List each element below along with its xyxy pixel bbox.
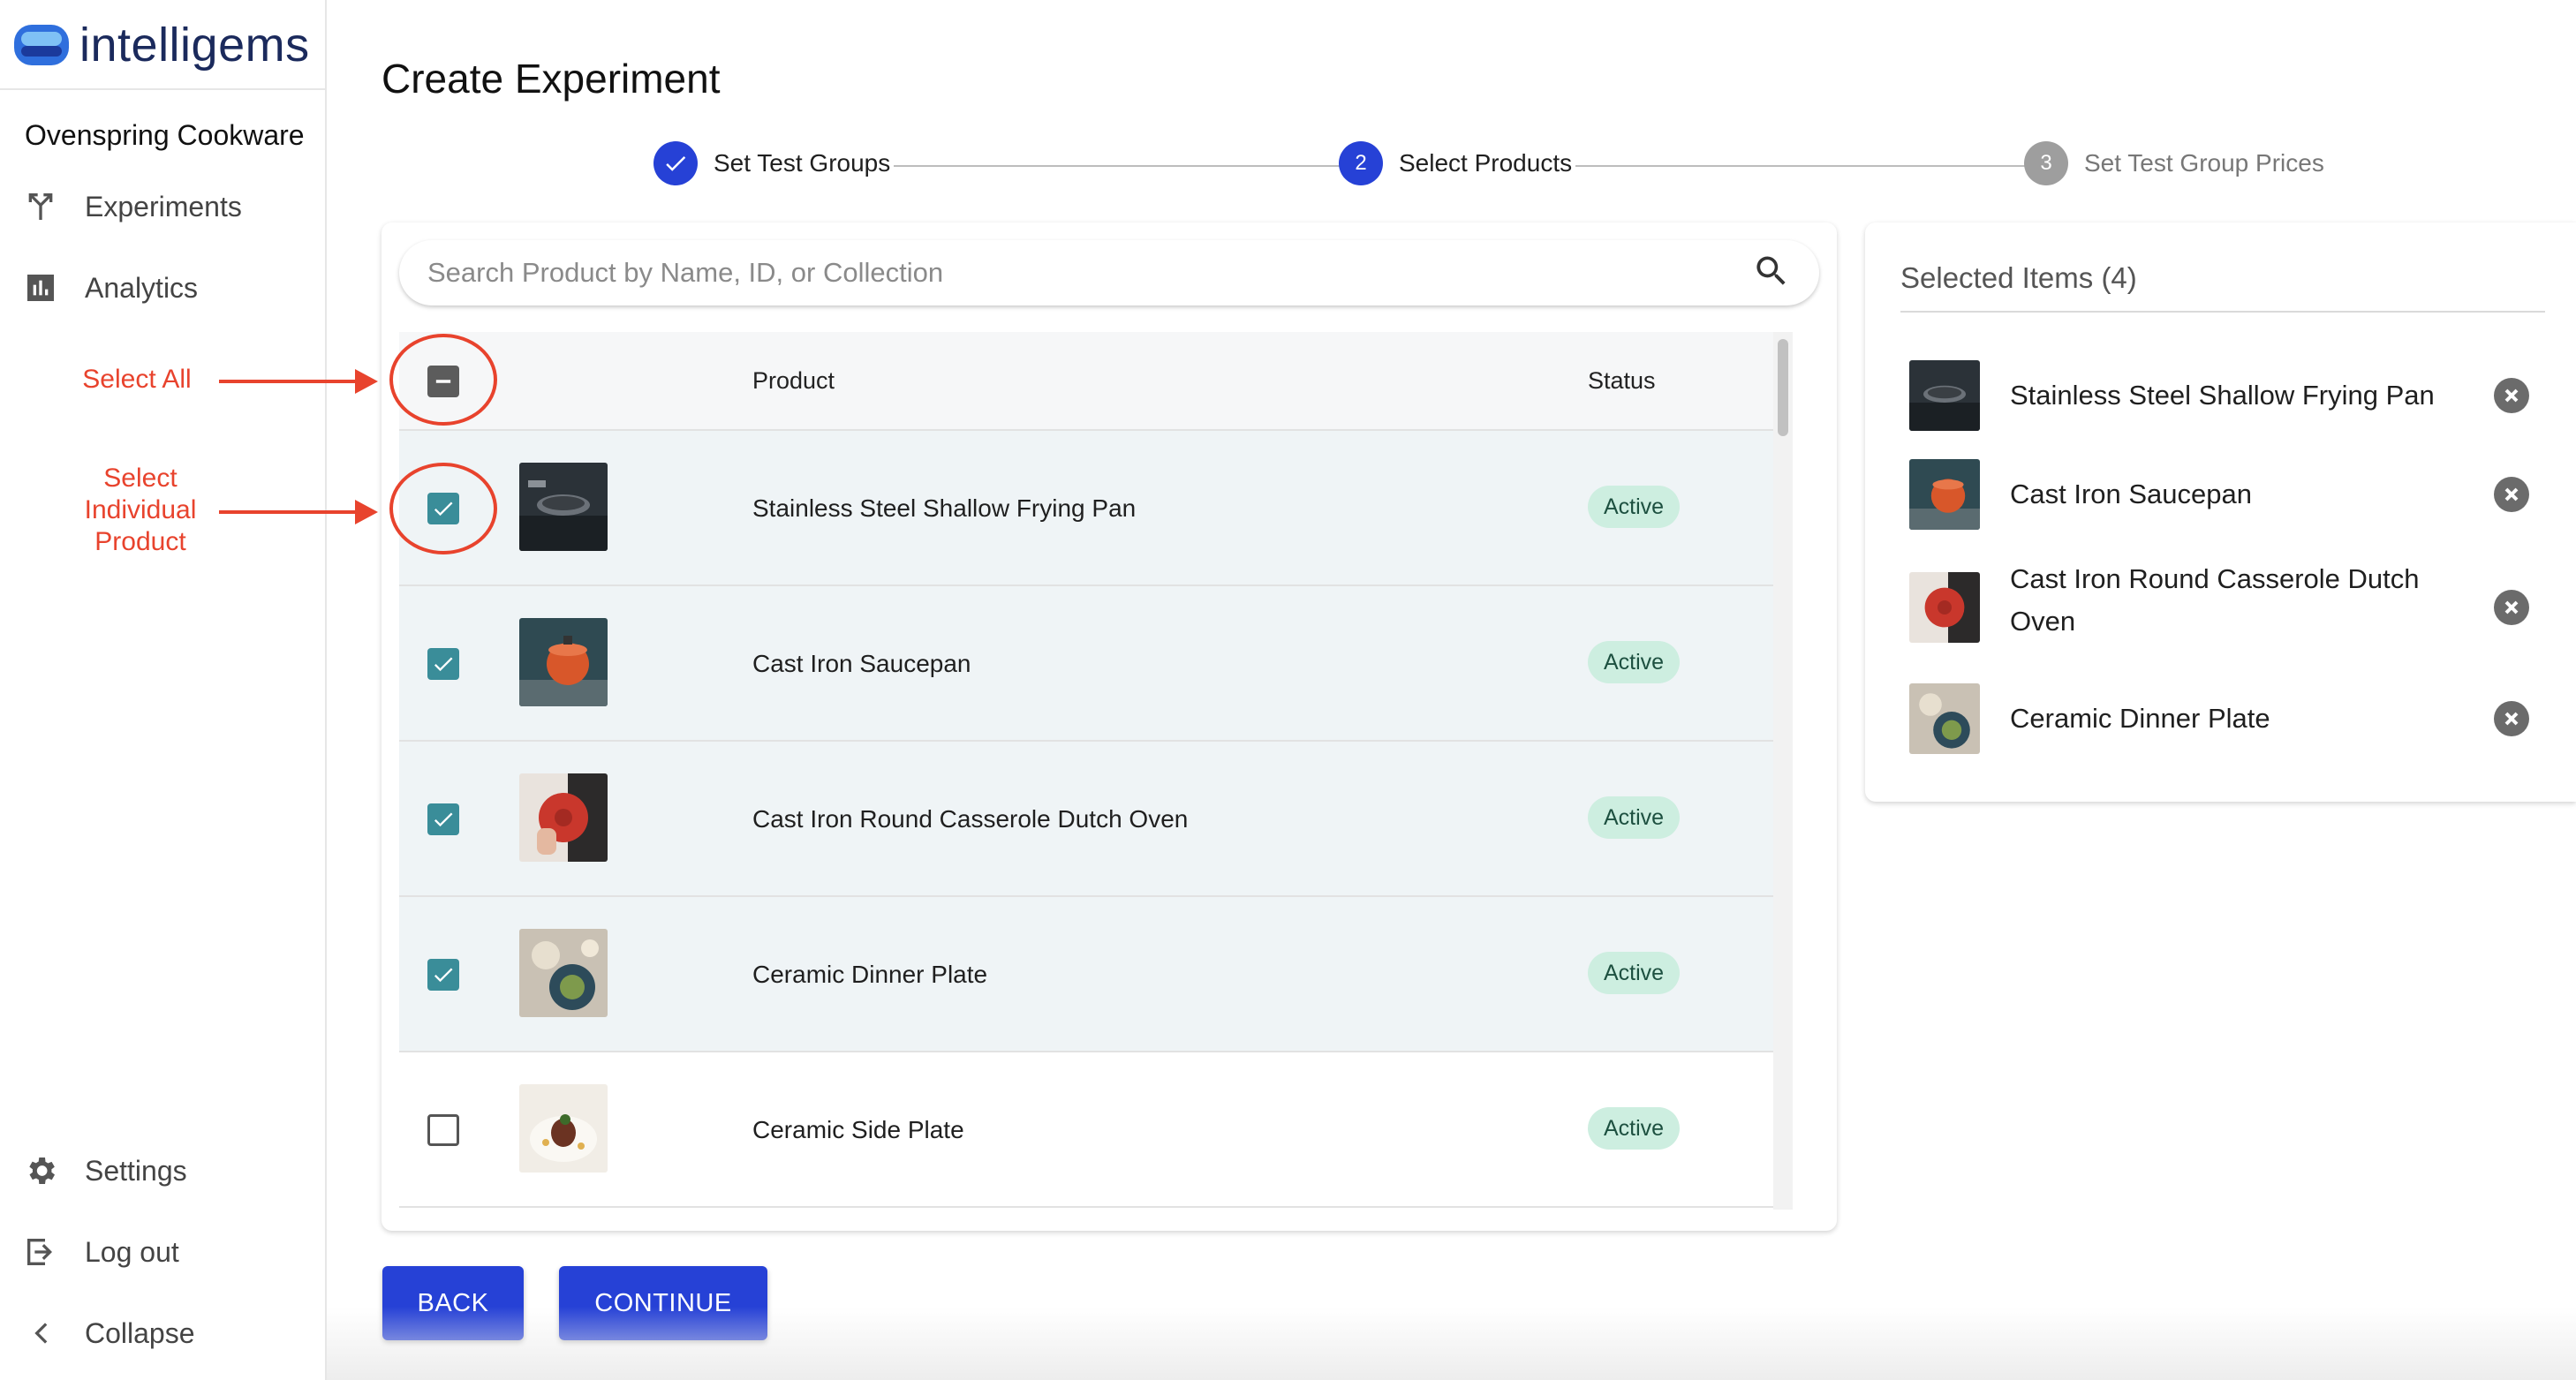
table-row[interactable]: Ceramic Side Plate Active bbox=[399, 1052, 1793, 1208]
selected-item-thumbnail bbox=[1909, 360, 1980, 431]
selected-item-name: Stainless Steel Shallow Frying Pan bbox=[2010, 380, 2435, 411]
bar-chart-icon bbox=[21, 268, 60, 307]
annotation-arrow-select-all bbox=[219, 369, 378, 394]
step-set-test-group-prices[interactable]: 3 Set Test Group Prices bbox=[2024, 141, 2328, 185]
chevron-left-icon bbox=[21, 1314, 60, 1353]
gear-icon bbox=[21, 1151, 60, 1190]
table-row[interactable]: Ceramic Dinner Plate Active bbox=[399, 897, 1793, 1052]
step-label: Select Products bbox=[1399, 149, 1576, 177]
selected-item: Cast Iron Round Casserole Dutch Oven bbox=[1909, 558, 2554, 655]
search-icon[interactable] bbox=[1752, 252, 1791, 295]
selected-items-title: Selected Items (4) bbox=[1900, 261, 2137, 294]
product-name: Cast Iron Saucepan bbox=[752, 650, 971, 677]
product-name: Ceramic Dinner Plate bbox=[752, 961, 988, 988]
product-table: Product Status Stainless Steel Shallow F… bbox=[399, 332, 1793, 1210]
back-button[interactable]: BACK bbox=[382, 1266, 524, 1340]
annotation-select-all: Select All bbox=[82, 365, 192, 394]
logo-mark-icon bbox=[12, 19, 71, 71]
row-checkbox[interactable] bbox=[427, 648, 459, 680]
sidebar-item-label: Analytics bbox=[85, 271, 199, 304]
selected-item-thumbnail bbox=[1909, 683, 1980, 754]
table-row[interactable]: Cast Iron Round Casserole Dutch Oven Act… bbox=[399, 742, 1793, 897]
step-set-test-groups[interactable]: Set Test Groups bbox=[653, 141, 895, 185]
step-number: 2 bbox=[1339, 141, 1383, 185]
selected-item-name: Cast Iron Round Casserole Dutch Oven bbox=[2010, 563, 2420, 637]
product-thumbnail bbox=[519, 929, 608, 1017]
table-header: Product Status bbox=[399, 332, 1793, 431]
selected-items-panel: Selected Items (4) Stainless Steel Shall… bbox=[1865, 222, 2576, 802]
sidebar-item-settings[interactable]: Settings bbox=[21, 1151, 187, 1190]
remove-item-close-icon[interactable] bbox=[2494, 378, 2529, 413]
remove-item-close-icon[interactable] bbox=[2494, 590, 2529, 625]
sidebar-item-label: Log out bbox=[85, 1235, 179, 1268]
status-badge: Active bbox=[1588, 796, 1681, 839]
continue-button[interactable]: CONTINUE bbox=[559, 1266, 767, 1340]
experiments-fork-icon bbox=[21, 187, 60, 226]
remove-item-close-icon[interactable] bbox=[2494, 477, 2529, 512]
sidebar-item-collapse[interactable]: Collapse bbox=[21, 1314, 195, 1353]
row-checkbox[interactable] bbox=[427, 1114, 459, 1146]
stepper: Set Test Groups 2 Select Products 3 Set … bbox=[653, 141, 2331, 191]
table-scrollbar[interactable] bbox=[1773, 332, 1793, 1210]
sidebar-item-analytics[interactable]: Analytics bbox=[21, 268, 198, 307]
search-bar bbox=[399, 240, 1819, 305]
product-selection-card: Product Status Stainless Steel Shallow F… bbox=[381, 222, 1837, 1231]
selected-item: Ceramic Dinner Plate bbox=[1909, 683, 2554, 754]
product-thumbnail bbox=[519, 1084, 608, 1173]
step-number: 3 bbox=[2024, 141, 2068, 185]
product-thumbnail bbox=[519, 773, 608, 862]
annotation-ring-select-all bbox=[389, 334, 497, 426]
store-name[interactable]: Ovenspring Cookware bbox=[25, 119, 305, 152]
step-label: Set Test Groups bbox=[714, 149, 895, 177]
product-name: Stainless Steel Shallow Frying Pan bbox=[752, 494, 1137, 522]
annotation-ring-select-individual bbox=[389, 463, 497, 554]
brand-logo[interactable]: intelligems bbox=[12, 12, 310, 78]
sidebar-item-experiments[interactable]: Experiments bbox=[21, 187, 242, 226]
column-header-status[interactable]: Status bbox=[1588, 367, 1656, 395]
table-row[interactable]: Cast Iron Saucepan Active bbox=[399, 586, 1793, 742]
status-badge: Active bbox=[1588, 952, 1681, 994]
search-input[interactable] bbox=[427, 257, 1752, 289]
selected-item-name: Ceramic Dinner Plate bbox=[2010, 703, 2270, 734]
logout-icon bbox=[21, 1233, 60, 1271]
column-header-product[interactable]: Product bbox=[752, 367, 835, 395]
stepper-connector bbox=[874, 165, 1369, 167]
annotation-arrow-select-individual bbox=[219, 500, 378, 524]
product-name: Cast Iron Round Casserole Dutch Oven bbox=[752, 805, 1189, 833]
selected-items-divider bbox=[1900, 311, 2545, 313]
selected-item-name: Cast Iron Saucepan bbox=[2010, 479, 2253, 509]
sidebar-item-label: Collapse bbox=[85, 1316, 195, 1349]
sidebar-item-label: Experiments bbox=[85, 190, 242, 222]
stepper-connector bbox=[1554, 165, 2058, 167]
sidebar-item-logout[interactable]: Log out bbox=[21, 1233, 179, 1271]
check-icon bbox=[653, 141, 698, 185]
status-badge: Active bbox=[1588, 486, 1681, 528]
row-checkbox[interactable] bbox=[427, 803, 459, 835]
product-thumbnail bbox=[519, 463, 608, 551]
selected-item: Stainless Steel Shallow Frying Pan bbox=[1909, 360, 2554, 431]
product-thumbnail bbox=[519, 618, 608, 706]
table-row[interactable]: Stainless Steel Shallow Frying Pan Activ… bbox=[399, 431, 1793, 586]
scrollbar-thumb[interactable] bbox=[1778, 339, 1788, 436]
brand-name: intelligems bbox=[79, 19, 310, 72]
row-checkbox[interactable] bbox=[427, 959, 459, 991]
sidebar-item-label: Settings bbox=[85, 1154, 187, 1187]
selected-item-thumbnail bbox=[1909, 459, 1980, 530]
page-title: Create Experiment bbox=[381, 56, 721, 102]
annotation-select-individual: Select Individual Product bbox=[84, 464, 197, 556]
status-badge: Active bbox=[1588, 641, 1681, 683]
step-label: Set Test Group Prices bbox=[2084, 149, 2328, 177]
sidebar-divider bbox=[0, 88, 327, 90]
selected-item: Cast Iron Saucepan bbox=[1909, 459, 2554, 530]
product-name: Ceramic Side Plate bbox=[752, 1116, 964, 1143]
selected-item-thumbnail bbox=[1909, 572, 1980, 643]
sidebar: intelligems Ovenspring Cookware Experime… bbox=[0, 0, 378, 1380]
status-badge: Active bbox=[1588, 1107, 1681, 1150]
step-select-products[interactable]: 2 Select Products bbox=[1339, 141, 1576, 185]
remove-item-close-icon[interactable] bbox=[2494, 701, 2529, 736]
